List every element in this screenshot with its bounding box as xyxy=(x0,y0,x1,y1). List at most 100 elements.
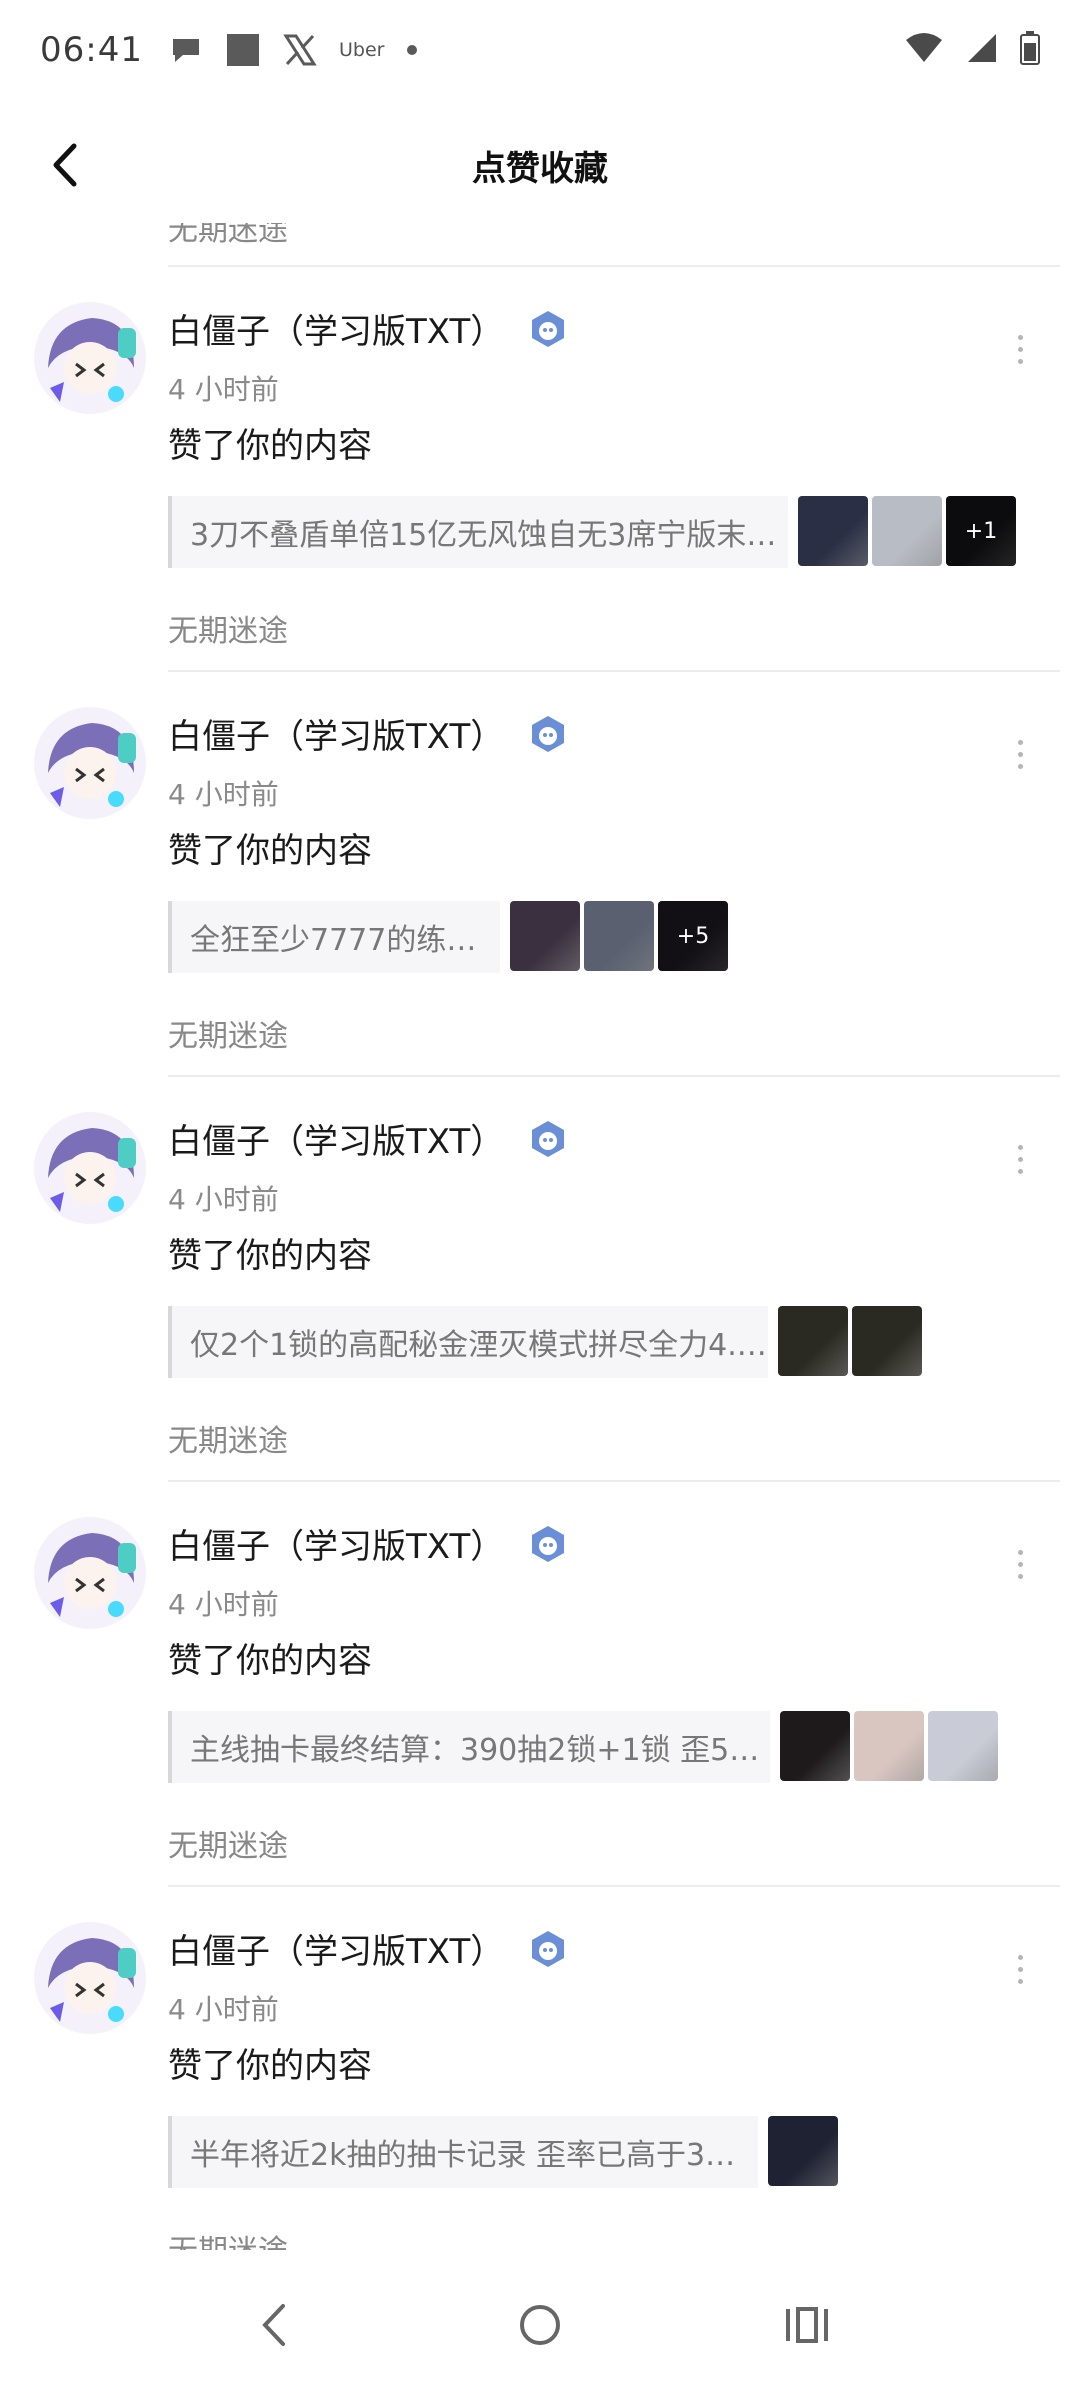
more-dot-icon xyxy=(1017,1549,1023,1555)
avatar-image xyxy=(34,302,146,414)
divider xyxy=(168,1480,1060,1482)
more-dot-icon xyxy=(1017,1573,1023,1579)
more-dot-icon xyxy=(1017,763,1023,769)
notification-item[interactable]: 白僵子（学习版TXT） 4 小时前 赞了你的内容 主线抽卡最终结算：390抽2锁… xyxy=(0,1483,1080,1885)
post-thumbnail[interactable]: +1 xyxy=(946,496,1016,566)
notification-feed[interactable]: 无期迷途 白僵子（学习版TXT） 4 小时前 赞了你的内容 3刀不叠盾单倍15亿… xyxy=(0,200,1080,2250)
more-dot-icon xyxy=(1017,1144,1023,1150)
post-thumbnail[interactable] xyxy=(780,1711,850,1781)
status-time: 06:41 xyxy=(40,30,143,70)
username[interactable]: 白僵子（学习版TXT） xyxy=(168,1519,504,1568)
square-app-icon xyxy=(225,32,261,68)
x-logo-icon xyxy=(283,33,317,67)
post-thumbnail[interactable] xyxy=(928,1711,998,1781)
username[interactable]: 白僵子（学习版TXT） xyxy=(168,304,504,353)
post-thumbnail[interactable] xyxy=(768,2116,838,2186)
more-dot-icon xyxy=(1017,751,1023,757)
nav-recents-button[interactable] xyxy=(767,2285,847,2365)
uber-icon: Uber xyxy=(338,39,385,61)
more-dot-icon xyxy=(1017,1168,1023,1174)
quoted-post-text: 全狂至少7777的练度啦 xyxy=(190,923,500,958)
more-dot-icon xyxy=(1017,1978,1023,1984)
post-thumbnails xyxy=(778,1306,922,1376)
notification-item[interactable]: 白僵子（学习版TXT） 4 小时前 赞了你的内容 全狂至少7777的练度啦 +5… xyxy=(0,673,1080,1075)
username[interactable]: 白僵子（学习版TXT） xyxy=(168,709,504,758)
system-nav-bar xyxy=(0,2250,1080,2400)
post-thumbnail[interactable] xyxy=(872,496,942,566)
nav-back-button[interactable] xyxy=(233,2285,313,2365)
action-text: 赞了你的内容 xyxy=(168,426,372,466)
post-thumbnail[interactable] xyxy=(854,1711,924,1781)
timestamp: 4 小时前 xyxy=(168,1993,279,2026)
more-options-button[interactable] xyxy=(1000,729,1040,779)
quoted-post[interactable]: 全狂至少7777的练度啦 xyxy=(168,901,500,973)
user-avatar[interactable] xyxy=(30,703,150,823)
post-thumbnail[interactable] xyxy=(852,1306,922,1376)
quoted-post[interactable]: 仅2个1锁的高配秘金湮灭模式拼尽全力4.15亿 xyxy=(168,1306,768,1378)
username[interactable]: 白僵子（学习版TXT） xyxy=(168,1114,504,1163)
more-dot-icon xyxy=(1017,1954,1023,1960)
more-images-count: +1 xyxy=(946,496,1016,566)
user-row: 白僵子（学习版TXT） xyxy=(168,304,568,353)
divider xyxy=(168,265,1060,267)
user-avatar[interactable] xyxy=(30,1513,150,1633)
chat-bubble-icon xyxy=(169,35,203,65)
more-options-button[interactable] xyxy=(1000,1944,1040,1994)
quoted-post-text: 仅2个1锁的高配秘金湮灭模式拼尽全力4.15亿 xyxy=(190,1328,768,1363)
more-dot-icon xyxy=(1017,1156,1023,1162)
quoted-post-text: 3刀不叠盾单倍15亿无风蚀自无3席宁版末班... xyxy=(190,518,780,553)
avatar-image xyxy=(34,1112,146,1224)
more-options-button[interactable] xyxy=(1000,1134,1040,1184)
post-thumbnail[interactable] xyxy=(778,1306,848,1376)
user-row: 白僵子（学习版TXT） xyxy=(168,1924,568,1973)
post-thumbnail[interactable]: +5 xyxy=(658,901,728,971)
source-game-label[interactable]: 无期迷途 xyxy=(168,1011,288,1055)
user-avatar[interactable] xyxy=(30,1918,150,2038)
notification-item[interactable]: 白僵子（学习版TXT） 4 小时前 赞了你的内容 3刀不叠盾单倍15亿无风蚀自无… xyxy=(0,268,1080,670)
quoted-post[interactable]: 主线抽卡最终结算：390抽2锁+1锁 歪5溢出3 xyxy=(168,1711,770,1783)
timestamp: 4 小时前 xyxy=(168,1588,279,1621)
post-thumbnails: +1 xyxy=(798,496,1016,566)
nav-home-icon xyxy=(519,2305,560,2345)
avatar-image xyxy=(34,1922,146,2034)
more-options-button[interactable] xyxy=(1000,1539,1040,1589)
user-level-badge-icon xyxy=(532,1525,565,1562)
source-game-label[interactable]: 无期迷途 xyxy=(168,1416,288,1460)
post-thumbnail[interactable] xyxy=(584,901,654,971)
page-title: 点赞收藏 xyxy=(472,148,608,189)
quoted-post[interactable]: 3刀不叠盾单倍15亿无风蚀自无3席宁版末班... xyxy=(168,496,788,568)
quoted-post[interactable]: 半年将近2k抽的抽卡记录 歪率已高于3分之1 xyxy=(168,2116,758,2188)
source-game-label[interactable]: 无期迷途 xyxy=(168,606,288,650)
user-avatar[interactable] xyxy=(30,298,150,418)
battery-icon xyxy=(1020,31,1040,69)
timestamp: 4 小时前 xyxy=(168,778,279,811)
user-avatar[interactable] xyxy=(30,1108,150,1228)
notification-item[interactable]: 白僵子（学习版TXT） 4 小时前 赞了你的内容 半年将近2k抽的抽卡记录 歪率… xyxy=(0,1888,1080,2250)
username[interactable]: 白僵子（学习版TXT） xyxy=(168,1924,504,1973)
source-game-label[interactable]: 无期迷途 xyxy=(168,1821,288,1865)
signal-icon xyxy=(966,32,998,68)
more-options-button[interactable] xyxy=(1000,324,1040,374)
more-dot-icon xyxy=(1017,739,1023,745)
post-thumbnail[interactable] xyxy=(798,496,868,566)
action-text: 赞了你的内容 xyxy=(168,2046,372,2086)
dot-icon xyxy=(406,44,418,56)
more-dot-icon xyxy=(1017,358,1023,364)
timestamp: 4 小时前 xyxy=(168,373,279,406)
user-level-badge-icon xyxy=(532,310,565,347)
post-thumbnail[interactable] xyxy=(510,901,580,971)
more-dot-icon xyxy=(1017,1561,1023,1567)
user-level-badge-icon xyxy=(532,1930,565,1967)
nav-recents-icon xyxy=(785,2307,828,2343)
more-dot-icon xyxy=(1017,334,1023,340)
user-row: 白僵子（学习版TXT） xyxy=(168,709,568,758)
source-game-label[interactable]: 无期迷途 xyxy=(168,2226,288,2250)
timestamp: 4 小时前 xyxy=(168,1183,279,1216)
more-dot-icon xyxy=(1017,346,1023,352)
wifi-icon xyxy=(904,32,944,68)
user-level-badge-icon xyxy=(532,715,565,752)
nav-home-button[interactable] xyxy=(500,2285,580,2365)
notification-item[interactable]: 白僵子（学习版TXT） 4 小时前 赞了你的内容 仅2个1锁的高配秘金湮灭模式拼… xyxy=(0,1078,1080,1480)
nav-back-icon xyxy=(262,2304,286,2346)
back-button[interactable] xyxy=(40,140,90,190)
